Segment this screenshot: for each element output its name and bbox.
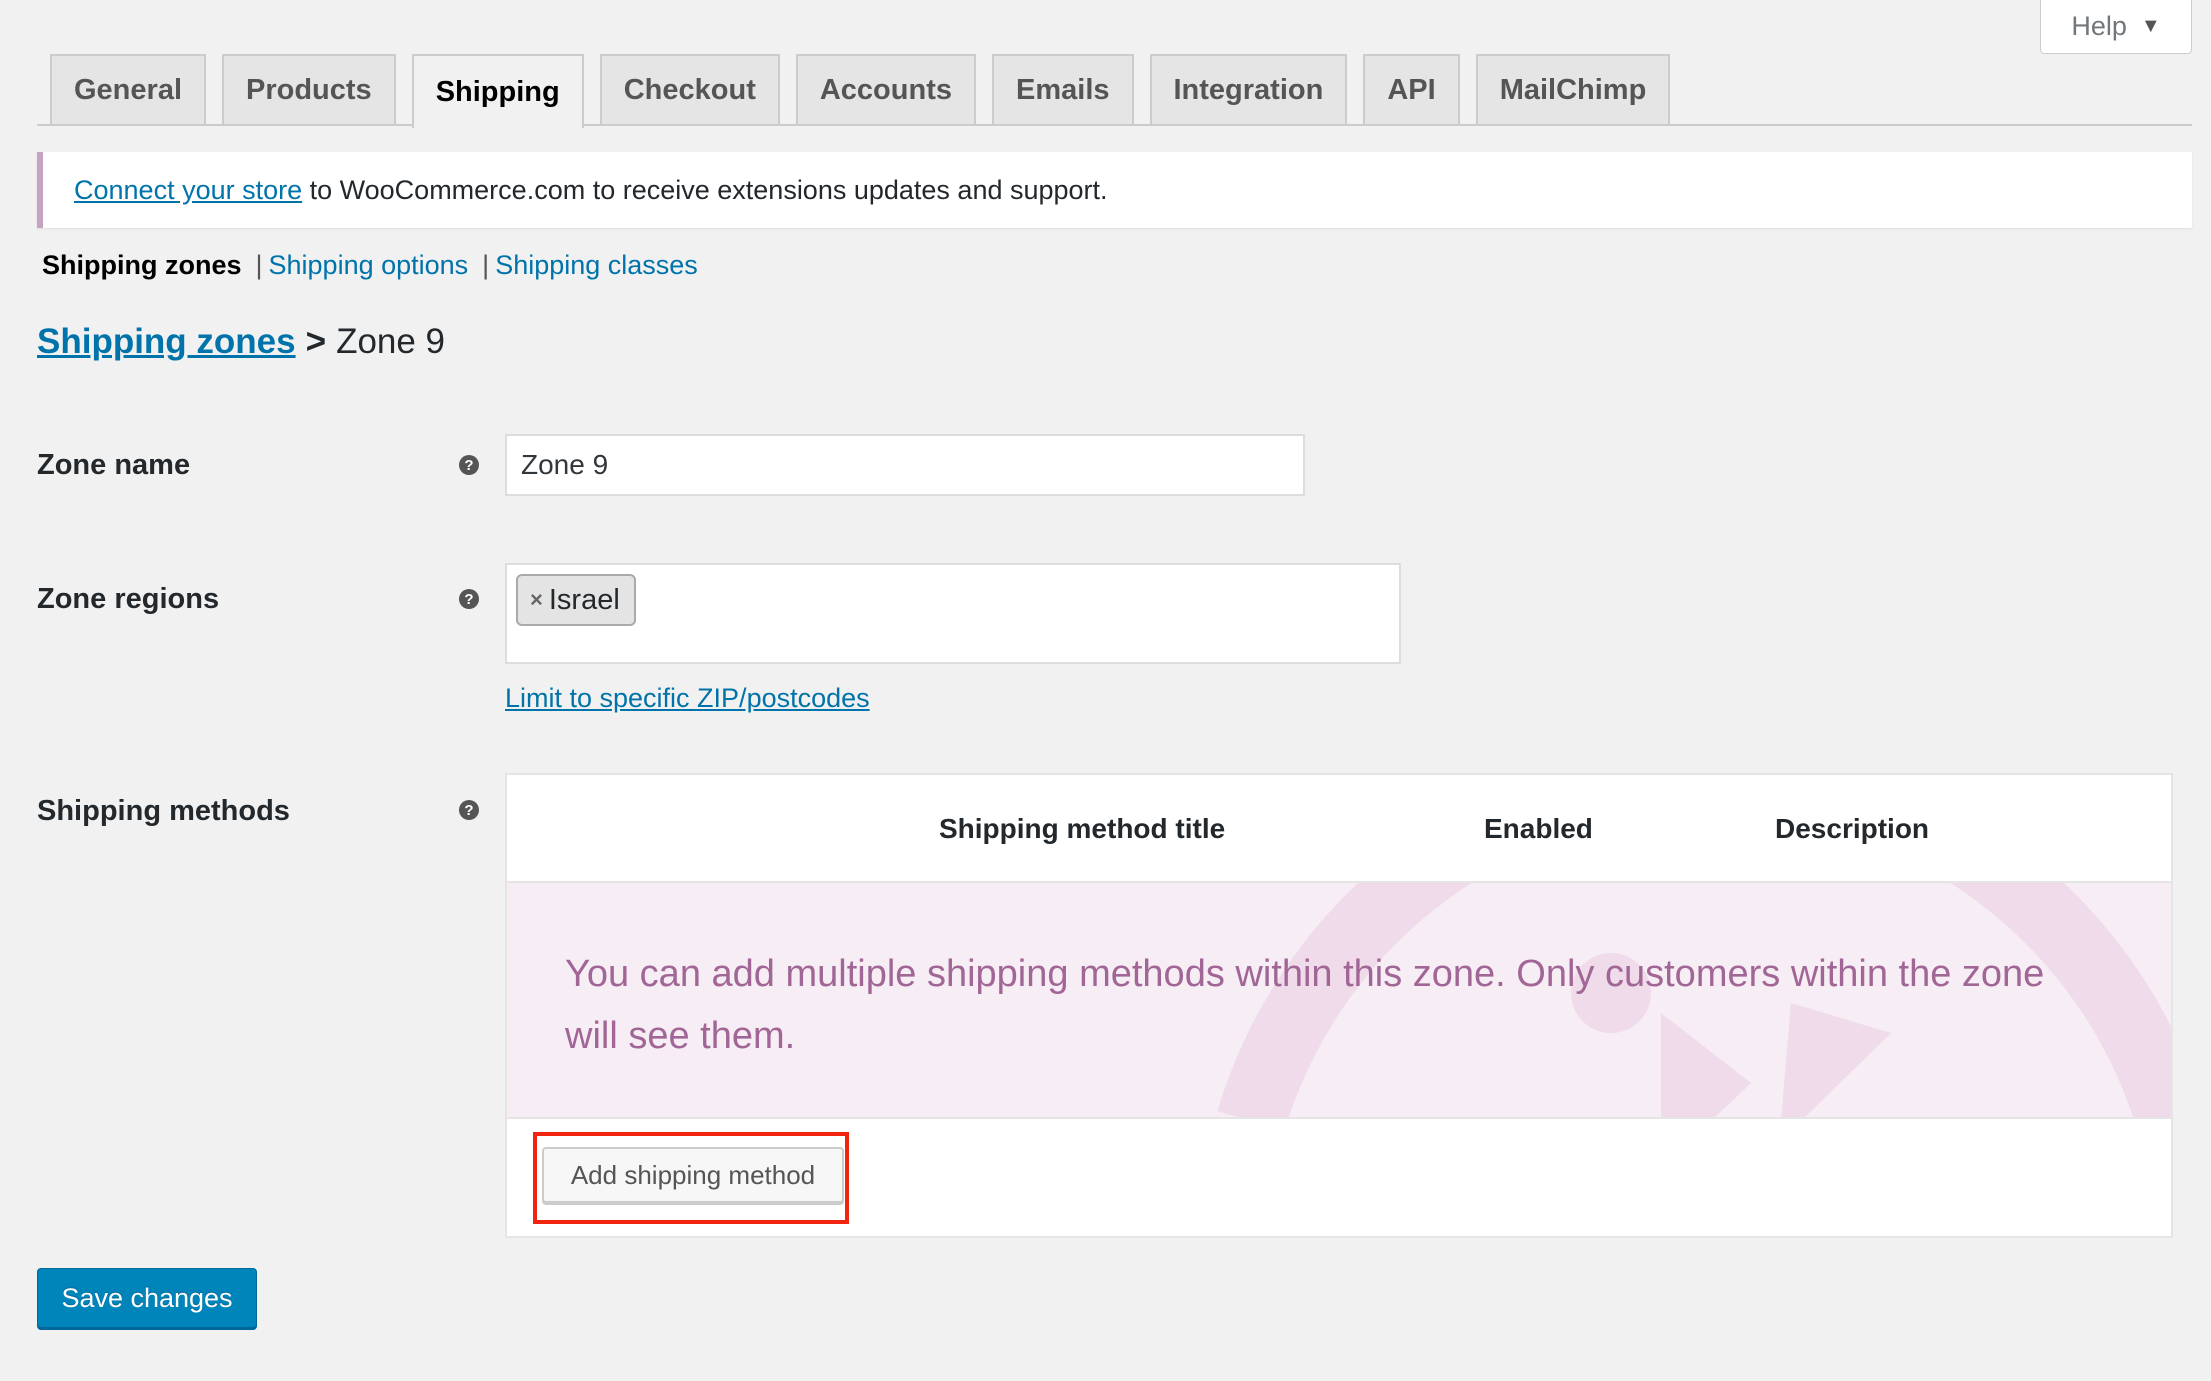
notice-text: to WooCommerce.com to receive extensions…	[302, 174, 1108, 205]
question-circle-icon[interactable]: ?	[459, 589, 479, 609]
tab-shipping[interactable]: Shipping	[411, 54, 584, 128]
subnav-separator: |	[255, 250, 263, 280]
tab-accounts[interactable]: Accounts	[795, 54, 976, 124]
tab-mailchimp[interactable]: MailChimp	[1475, 54, 1671, 124]
caret-down-icon: ▼	[2140, 15, 2161, 37]
zone-regions-label: Zone regions	[37, 583, 220, 615]
breadcrumb-current: Zone 9	[336, 322, 446, 361]
breadcrumb-separator: >	[305, 322, 327, 361]
tab-products[interactable]: Products	[222, 54, 396, 124]
column-header-title: Shipping method title	[939, 813, 1226, 844]
question-circle-icon[interactable]: ?	[459, 800, 479, 820]
subnav-shipping-classes[interactable]: Shipping classes	[495, 250, 698, 281]
limit-postcodes-link[interactable]: Limit to specific ZIP/postcodes	[505, 683, 870, 714]
help-button[interactable]: Help ▼	[2040, 0, 2192, 54]
help-label: Help	[2071, 11, 2127, 41]
subnav-shipping-options[interactable]: Shipping options	[269, 250, 469, 281]
page-title: Shipping zones > Zone 9	[37, 322, 445, 362]
region-chip-label: Israel	[548, 583, 620, 616]
save-changes-button[interactable]: Save changes	[37, 1268, 257, 1328]
tab-checkout[interactable]: Checkout	[599, 54, 780, 124]
connect-store-link[interactable]: Connect your store	[74, 175, 302, 206]
shipping-subnav: Shipping zones | Shipping options | Ship…	[42, 250, 698, 281]
tab-integration[interactable]: Integration	[1149, 54, 1348, 124]
connect-store-notice: Connect your store to WooCommerce.com to…	[37, 152, 2192, 228]
empty-state-message: You can add multiple shipping methods wi…	[565, 953, 2045, 1057]
column-header-description: Description	[1775, 813, 1930, 844]
region-chip: × Israel	[516, 574, 636, 626]
empty-state-row: You can add multiple shipping methods wi…	[507, 881, 2171, 1119]
column-header-enabled: Enabled	[1484, 813, 1593, 844]
zone-name-input[interactable]	[505, 434, 1305, 496]
close-icon[interactable]: ×	[530, 587, 543, 613]
highlight-annotation	[533, 1132, 849, 1224]
tab-general[interactable]: General	[50, 54, 206, 124]
breadcrumb-shipping-zones-link[interactable]: Shipping zones	[37, 322, 296, 362]
tab-api[interactable]: API	[1363, 54, 1460, 124]
settings-tabs: General Products Shipping Checkout Accou…	[50, 54, 1671, 128]
subnav-separator: |	[482, 250, 490, 280]
shipping-methods-label: Shipping methods	[37, 795, 290, 827]
zone-name-label: Zone name	[37, 449, 191, 481]
zone-regions-select[interactable]	[505, 563, 1401, 664]
tab-emails[interactable]: Emails	[992, 54, 1134, 124]
question-circle-icon[interactable]: ?	[459, 455, 479, 475]
subnav-shipping-zones[interactable]: Shipping zones	[42, 250, 242, 281]
